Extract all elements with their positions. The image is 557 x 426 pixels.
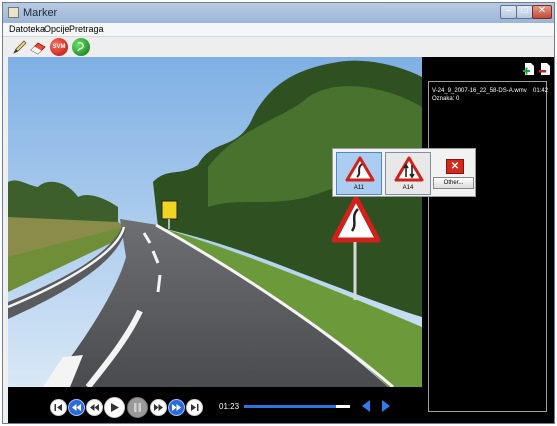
file-name[interactable]: V-24_9_2007-16_22_58-DS-A.wmv <box>432 88 527 94</box>
curve-right-sign-icon <box>345 156 375 182</box>
fast-forward-icon <box>172 404 181 411</box>
other-sign-button[interactable]: Other... <box>433 177 474 189</box>
fast-rewind-button[interactable] <box>68 399 85 416</box>
title-bar[interactable]: Marker – □ ✕ <box>3 3 554 23</box>
minimize-icon: – <box>505 5 512 16</box>
rewind-button[interactable] <box>86 399 103 416</box>
progress-fill <box>244 405 337 408</box>
forward-icon <box>154 404 163 411</box>
close-popup-button[interactable]: ✕ <box>446 159 464 174</box>
skip-end-icon <box>191 404 199 411</box>
file-duration: 01:42 <box>533 88 549 94</box>
sign-option-a14[interactable]: A14 <box>385 152 431 195</box>
menu-pretraga[interactable]: Pretraga <box>69 24 104 34</box>
add-file-icon[interactable] <box>523 63 535 75</box>
toolbar: SVM <box>3 37 554 57</box>
close-icon: ✕ <box>537 5 547 16</box>
video-frame[interactable] <box>8 57 422 387</box>
sign-label-a14: A14 <box>402 185 414 191</box>
pause-icon <box>134 403 141 412</box>
arrow-right-icon <box>382 400 390 412</box>
menu-bar: Datoteka Opcije Pretraga <box>3 23 554 37</box>
close-icon: ✕ <box>450 161 460 172</box>
file-list[interactable]: V-24_9_2007-16_22_58-DS-A.wmv 01:42 Ozna… <box>428 81 549 412</box>
remove-file-icon[interactable] <box>539 63 551 75</box>
skip-start-icon <box>54 404 62 411</box>
fast-forward-button[interactable] <box>168 399 185 416</box>
play-icon <box>111 403 119 412</box>
rewind-icon <box>90 404 99 411</box>
video-scene <box>8 57 422 387</box>
file-panel: V-24_9_2007-16_22_58-DS-A.wmv 01:42 Ozna… <box>422 57 554 423</box>
maximize-button[interactable]: □ <box>516 5 533 19</box>
arrow-left-icon <box>362 400 370 412</box>
pencil-icon[interactable] <box>11 38 29 56</box>
maximize-icon: □ <box>521 5 528 16</box>
globe-icon[interactable] <box>72 38 90 56</box>
progress-slider[interactable] <box>244 405 350 408</box>
sign-label-a11: A11 <box>353 185 365 191</box>
svm-icon[interactable]: SVM <box>50 38 68 56</box>
window-title: Marker <box>23 7 58 19</box>
skip-end-button[interactable] <box>186 399 203 416</box>
sign-option-a11[interactable]: A11 <box>336 152 382 195</box>
forward-button[interactable] <box>150 399 167 416</box>
eraser-icon[interactable] <box>29 38 47 56</box>
next-frame-button[interactable] <box>380 399 392 413</box>
playback-time: 01:23 <box>219 402 240 411</box>
app-icon <box>8 7 19 18</box>
mark-count: Oznaka: 0 <box>432 96 460 102</box>
menu-opcije[interactable]: Opcije <box>44 24 70 34</box>
previous-frame-button[interactable] <box>360 399 372 413</box>
menu-datoteka[interactable]: Datoteka <box>9 24 45 34</box>
play-button[interactable] <box>104 397 125 418</box>
close-window-button[interactable]: ✕ <box>532 5 552 19</box>
fast-rewind-icon <box>72 404 81 411</box>
minimize-button[interactable]: – <box>500 5 517 19</box>
app-window: Marker – □ ✕ Datoteka Opcije Pretraga SV… <box>2 2 555 424</box>
two-way-traffic-sign-icon <box>394 156 424 182</box>
pause-button[interactable] <box>127 397 148 418</box>
player-controls: 01:23 <box>8 387 422 423</box>
sign-selection-popup: A11 A14 ✕ Other... <box>332 148 476 197</box>
skip-start-button[interactable] <box>50 399 67 416</box>
